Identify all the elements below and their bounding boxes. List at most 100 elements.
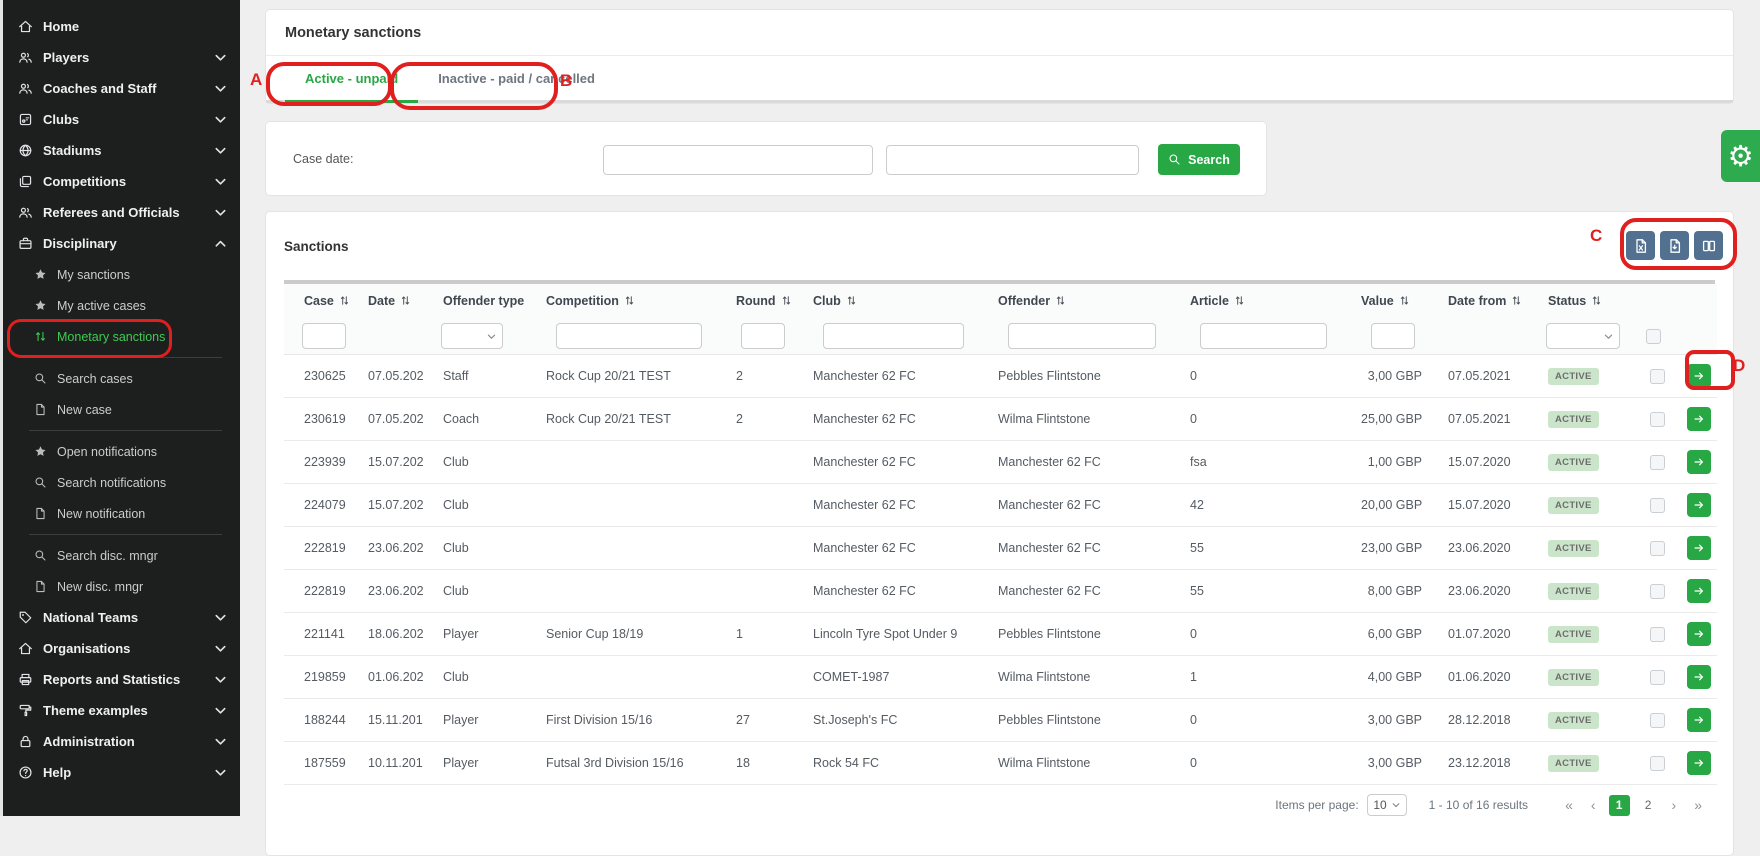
case-date-label: Case date: bbox=[293, 152, 353, 166]
sidebar-item-clubs[interactable]: Clubs bbox=[3, 104, 240, 135]
table-row: 22393915.07.2020ClubManchester 62 FCManc… bbox=[284, 441, 1717, 484]
open-sanction-button[interactable] bbox=[1687, 493, 1711, 517]
last-page-button[interactable]: » bbox=[1685, 797, 1711, 813]
column-header-competition[interactable]: Competition bbox=[526, 284, 716, 318]
export-button-group bbox=[1626, 231, 1723, 260]
cell-offender: Manchester 62 FC bbox=[978, 441, 1170, 484]
sidebar-item-competitions[interactable]: Competitions bbox=[3, 166, 240, 197]
settings-flyout-button[interactable]: ⚙ bbox=[1721, 130, 1760, 182]
row-checkbox[interactable] bbox=[1650, 584, 1665, 599]
open-sanction-button[interactable] bbox=[1687, 450, 1711, 474]
status-badge: ACTIVE bbox=[1548, 669, 1599, 686]
sidebar-item-new-case[interactable]: New case bbox=[3, 394, 240, 425]
row-checkbox[interactable] bbox=[1650, 455, 1665, 470]
column-settings-button[interactable] bbox=[1694, 231, 1723, 260]
row-checkbox[interactable] bbox=[1650, 369, 1665, 384]
column-header-case[interactable]: Case bbox=[284, 284, 348, 318]
page-button-1[interactable]: 1 bbox=[1609, 795, 1630, 816]
cell-status: ACTIVE bbox=[1528, 355, 1628, 398]
items-per-page-select[interactable]: 10 bbox=[1367, 794, 1407, 816]
search-button[interactable]: Search bbox=[1158, 144, 1240, 175]
column-header-status[interactable]: Status bbox=[1528, 284, 1628, 318]
sidebar-item-search-disc-mngr[interactable]: Search disc. mngr bbox=[3, 540, 240, 571]
sidebar-item-new-notification[interactable]: New notification bbox=[3, 498, 240, 529]
open-sanction-button[interactable] bbox=[1687, 407, 1711, 431]
sidebar-item-disciplinary[interactable]: Disciplinary bbox=[3, 228, 240, 259]
title-card: Monetary sanctions Active - unpaidInacti… bbox=[265, 9, 1734, 104]
column-header-offender[interactable]: Offender bbox=[978, 284, 1170, 318]
filter-value-input[interactable] bbox=[1371, 323, 1415, 349]
column-header-value[interactable]: Value bbox=[1341, 284, 1428, 318]
sidebar-item-theme-examples[interactable]: Theme examples bbox=[3, 695, 240, 726]
sidebar-item-my-active-cases[interactable]: My active cases bbox=[3, 290, 240, 321]
row-checkbox[interactable] bbox=[1650, 713, 1665, 728]
case-date-to-input[interactable] bbox=[886, 145, 1139, 175]
case-date-from-input[interactable] bbox=[603, 145, 873, 175]
sidebar-item-home[interactable]: Home bbox=[3, 11, 240, 42]
prev-page-button[interactable]: ‹ bbox=[1582, 797, 1605, 813]
cell-value: 8,00 GBP bbox=[1341, 570, 1428, 613]
filter-status-select[interactable] bbox=[1546, 323, 1620, 349]
row-checkbox[interactable] bbox=[1650, 541, 1665, 556]
open-sanction-button[interactable] bbox=[1687, 622, 1711, 646]
cell-status: ACTIVE bbox=[1528, 742, 1628, 785]
sidebar-divider bbox=[29, 357, 222, 358]
row-checkbox[interactable] bbox=[1650, 627, 1665, 642]
sidebar-item-search-cases[interactable]: Search cases bbox=[3, 363, 240, 394]
cell-round: 2 bbox=[716, 398, 793, 441]
select-all-checkbox[interactable] bbox=[1646, 329, 1661, 344]
page-button-2[interactable]: 2 bbox=[1638, 795, 1659, 816]
filter-offender-input[interactable] bbox=[1008, 323, 1156, 349]
tab-inactive-paid-cancelled[interactable]: Inactive - paid / cancelled bbox=[418, 56, 615, 100]
sidebar-item-referees-and-officials[interactable]: Referees and Officials bbox=[3, 197, 240, 228]
sidebar-item-administration[interactable]: Administration bbox=[3, 726, 240, 757]
sidebar-item-open-notifications[interactable]: Open notifications bbox=[3, 436, 240, 467]
sidebar-item-national-teams[interactable]: National Teams bbox=[3, 602, 240, 633]
sidebar-item-monetary-sanctions[interactable]: Monetary sanctions bbox=[3, 321, 240, 352]
sidebar-item-label: Administration bbox=[43, 734, 135, 749]
first-page-button[interactable]: « bbox=[1556, 797, 1582, 813]
open-sanction-button[interactable] bbox=[1687, 665, 1711, 689]
column-header-date_from[interactable]: Date from bbox=[1428, 284, 1528, 318]
filter-case-input[interactable] bbox=[302, 323, 346, 349]
sidebar-item-players[interactable]: Players bbox=[3, 42, 240, 73]
results-count: 1 - 10 of 16 results bbox=[1429, 798, 1528, 812]
row-checkbox[interactable] bbox=[1650, 756, 1665, 771]
cell-round bbox=[716, 656, 793, 699]
sidebar-item-my-sanctions[interactable]: My sanctions bbox=[3, 259, 240, 290]
tab-active-unpaid[interactable]: Active - unpaid bbox=[285, 56, 418, 100]
open-sanction-button[interactable] bbox=[1687, 708, 1711, 732]
filter-round-input[interactable] bbox=[741, 323, 785, 349]
filter-club-input[interactable] bbox=[823, 323, 964, 349]
arrow-right-icon bbox=[1693, 627, 1705, 641]
column-header-date[interactable]: Date bbox=[348, 284, 423, 318]
cell-value: 1,00 GBP bbox=[1341, 441, 1428, 484]
export-pdf-button[interactable] bbox=[1660, 231, 1689, 260]
home-icon bbox=[18, 641, 33, 656]
column-header-article[interactable]: Article bbox=[1170, 284, 1341, 318]
filter-competition-input[interactable] bbox=[556, 323, 702, 349]
filter-article-input[interactable] bbox=[1200, 323, 1327, 349]
cell-round: 27 bbox=[716, 699, 793, 742]
sidebar-item-help[interactable]: Help bbox=[3, 757, 240, 788]
row-checkbox[interactable] bbox=[1650, 670, 1665, 685]
sidebar-item-organisations[interactable]: Organisations bbox=[3, 633, 240, 664]
open-sanction-button[interactable] bbox=[1687, 364, 1711, 388]
sidebar-item-new-disc-mngr[interactable]: New disc. mngr bbox=[3, 571, 240, 602]
open-sanction-button[interactable] bbox=[1687, 536, 1711, 560]
sidebar-item-label: Search disc. mngr bbox=[57, 549, 158, 563]
sidebar-item-search-notifications[interactable]: Search notifications bbox=[3, 467, 240, 498]
column-header-club[interactable]: Club bbox=[793, 284, 978, 318]
row-checkbox[interactable] bbox=[1650, 412, 1665, 427]
filter-offender_type-select[interactable] bbox=[441, 323, 503, 349]
row-checkbox[interactable] bbox=[1650, 498, 1665, 513]
sidebar-item-coaches-and-staff[interactable]: Coaches and Staff bbox=[3, 73, 240, 104]
open-sanction-button[interactable] bbox=[1687, 579, 1711, 603]
export-excel-button[interactable] bbox=[1626, 231, 1655, 260]
open-sanction-button[interactable] bbox=[1687, 751, 1711, 775]
globe-icon bbox=[18, 143, 33, 158]
sidebar-item-reports-and-statistics[interactable]: Reports and Statistics bbox=[3, 664, 240, 695]
next-page-button[interactable]: › bbox=[1663, 797, 1686, 813]
sidebar-item-stadiums[interactable]: Stadiums bbox=[3, 135, 240, 166]
column-header-round[interactable]: Round bbox=[716, 284, 793, 318]
